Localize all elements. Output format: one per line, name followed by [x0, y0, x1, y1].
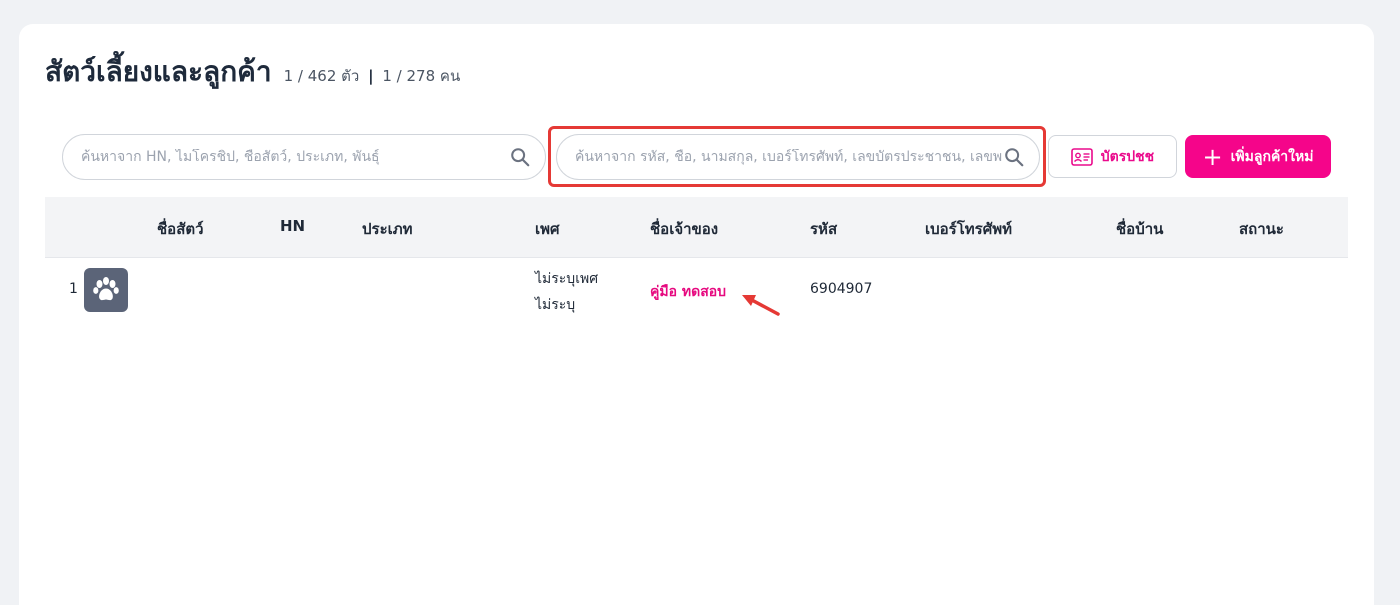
id-card-icon: [1070, 147, 1093, 166]
owner-name-link[interactable]: คู่มือ ทดสอบ: [650, 284, 726, 300]
row-index: 1: [69, 281, 78, 297]
add-customer-button[interactable]: + เพิ่มลูกค้าใหม่: [1185, 135, 1331, 178]
owner-name-cell: คู่มือ ทดสอบ: [650, 281, 726, 303]
title-row: สัตว์เลี้ยงและลูกค้า 1 / 462 ตัว | 1 / 2…: [45, 50, 460, 94]
main-card: สัตว์เลี้ยงและลูกค้า 1 / 462 ตัว | 1 / 2…: [19, 24, 1374, 605]
customer-code: 6904907: [810, 281, 873, 297]
column-header-phone[interactable]: เบอร์โทรศัพท์: [925, 217, 1012, 241]
column-header-house-name[interactable]: ชื่อบ้าน: [1116, 217, 1163, 241]
count-separator: |: [368, 67, 374, 85]
customer-search-input[interactable]: [575, 149, 1003, 165]
record-counts: 1 / 462 ตัว | 1 / 278 คน: [284, 64, 461, 88]
search-icon[interactable]: [1003, 146, 1025, 168]
add-customer-button-label: เพิ่มลูกค้าใหม่: [1230, 148, 1314, 165]
customer-count: 1 / 278 คน: [382, 67, 461, 85]
pet-count: 1 / 462 ตัว: [283, 67, 360, 85]
pet-sterilized: ไม่ระบุ: [535, 297, 576, 313]
table-row[interactable]: 1 ไม่ระบุเพศ ไม่ระบุ คู่มือ ทดสอบ 690490…: [45, 257, 1348, 337]
search-icon[interactable]: [509, 146, 531, 168]
customer-search-box[interactable]: [556, 134, 1040, 180]
column-header-code[interactable]: รหัส: [810, 217, 837, 241]
column-header-type[interactable]: ประเภท: [362, 217, 413, 241]
table-header: ชื่อสัตว์ HN ประเภท เพศ ชื่อเจ้าของ รหัส…: [45, 197, 1348, 257]
column-header-hn[interactable]: HN: [280, 217, 305, 235]
column-header-sex[interactable]: เพศ: [535, 217, 560, 241]
pet-avatar[interactable]: [84, 268, 128, 312]
column-header-status[interactable]: สถานะ: [1239, 217, 1284, 241]
column-header-pet-name[interactable]: ชื่อสัตว์: [157, 217, 204, 241]
column-header-owner[interactable]: ชื่อเจ้าของ: [650, 217, 718, 241]
plus-icon: +: [1202, 142, 1223, 171]
id-card-button-label: บัตรปชช: [1100, 148, 1155, 165]
pet-search-input[interactable]: [81, 149, 509, 165]
pet-search-box[interactable]: [62, 134, 546, 180]
pet-sex: ไม่ระบุเพศ: [535, 271, 599, 287]
id-card-button[interactable]: บัตรปชช: [1048, 135, 1177, 178]
page-title: สัตว์เลี้ยงและลูกค้า: [45, 55, 272, 88]
paw-icon: [93, 277, 119, 301]
